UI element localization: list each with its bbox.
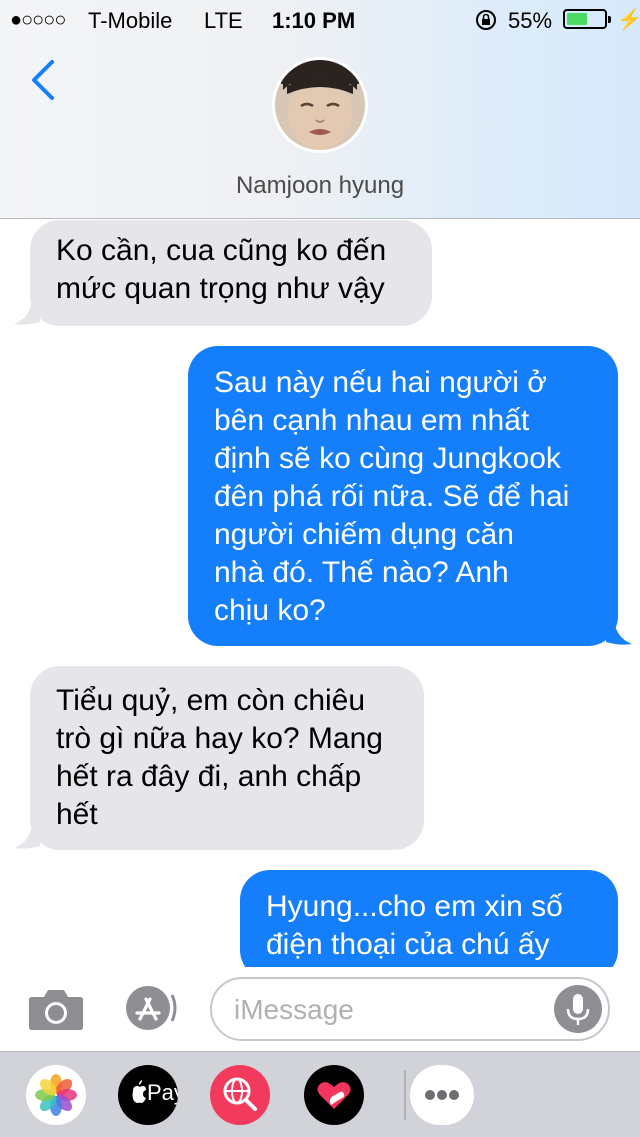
message-line: Hyung...cho em xin số	[266, 890, 563, 923]
image-search-icon[interactable]	[210, 1065, 270, 1125]
heart-touch-icon	[317, 1082, 351, 1109]
message-bubble-incoming[interactable]: Ko cần, cua cũng ko đến mức quan trọng n…	[30, 220, 432, 326]
message-line: điện thoại của chú ấy	[266, 928, 550, 961]
message-line: người chiếm dụng căn	[214, 518, 514, 551]
imessage-app-drawer: Pay	[0, 1051, 640, 1137]
signal-strength: ●○○○○	[10, 9, 66, 31]
microphone-icon	[566, 994, 590, 1025]
ellipsis-icon	[425, 1090, 459, 1100]
bubble-tail	[14, 300, 40, 325]
contact-name[interactable]: Namjoon hyung	[0, 172, 640, 200]
photos-flower-icon	[35, 1074, 77, 1116]
message-line: Sau này nếu hai người ở	[214, 366, 547, 399]
more-icon[interactable]	[410, 1065, 474, 1125]
battery-icon	[563, 9, 611, 29]
status-bar: ●○○○○ T-Mobile LTE 1:10 PM 55% ⚡	[0, 0, 640, 40]
apple-pay-label: Pay	[147, 1080, 178, 1105]
imessage-input[interactable]	[232, 991, 556, 1029]
drawer-divider	[404, 1070, 406, 1120]
charging-bolt-icon: ⚡	[617, 9, 640, 31]
message-line: trò gì nữa hay ko? Mang	[56, 722, 383, 755]
message-line: bên cạnh nhau em nhất	[214, 404, 530, 437]
message-line: mức quan trọng như vậy	[56, 272, 385, 305]
message-input-field[interactable]	[210, 977, 610, 1041]
battery-nub	[608, 16, 611, 23]
message-line: Tiểu quỷ, em còn chiêu	[56, 684, 366, 717]
bubble-tail	[606, 620, 632, 645]
message-line: Ko cần, cua cũng ko đến	[56, 234, 387, 267]
app-store-icon[interactable]	[120, 983, 180, 1033]
contact-avatar[interactable]	[272, 57, 368, 153]
message-bubble-outgoing[interactable]: Hyung...cho em xin số điện thoại của chú…	[240, 870, 618, 980]
message-line: hết	[56, 798, 98, 831]
message-line: chịu ko?	[214, 594, 326, 627]
network-type: LTE	[204, 8, 243, 33]
globe-magnifier-icon	[223, 1077, 257, 1111]
message-bubble-incoming[interactable]: Tiểu quỷ, em còn chiêu trò gì nữa hay ko…	[30, 666, 424, 850]
back-chevron-icon[interactable]	[28, 58, 58, 102]
microphone-button[interactable]	[554, 985, 602, 1033]
carrier-name: T-Mobile	[88, 8, 173, 33]
battery-percent: 55%	[508, 8, 553, 33]
apple-pay-icon[interactable]: Pay	[118, 1065, 178, 1125]
avatar-face-icon	[275, 60, 365, 150]
battery-fill	[567, 13, 587, 25]
message-line: đên phá rối nữa. Sẽ để hai	[214, 480, 570, 513]
message-line: định sẽ ko cùng Jungkook	[214, 442, 561, 475]
message-line: nhà đó. Thế nào? Anh	[214, 556, 509, 589]
message-bubble-outgoing[interactable]: Sau này nếu hai người ở bên cạnh nhau em…	[188, 346, 618, 646]
bubble-tail	[14, 824, 40, 849]
digital-touch-icon[interactable]	[304, 1065, 364, 1125]
clock: 1:10 PM	[272, 8, 356, 33]
camera-icon[interactable]	[28, 985, 84, 1031]
rotation-lock-icon	[476, 10, 496, 30]
compose-bar	[0, 967, 640, 1051]
photos-icon[interactable]	[26, 1065, 86, 1125]
message-line: hết ra đây đi, anh chấp	[56, 760, 362, 793]
